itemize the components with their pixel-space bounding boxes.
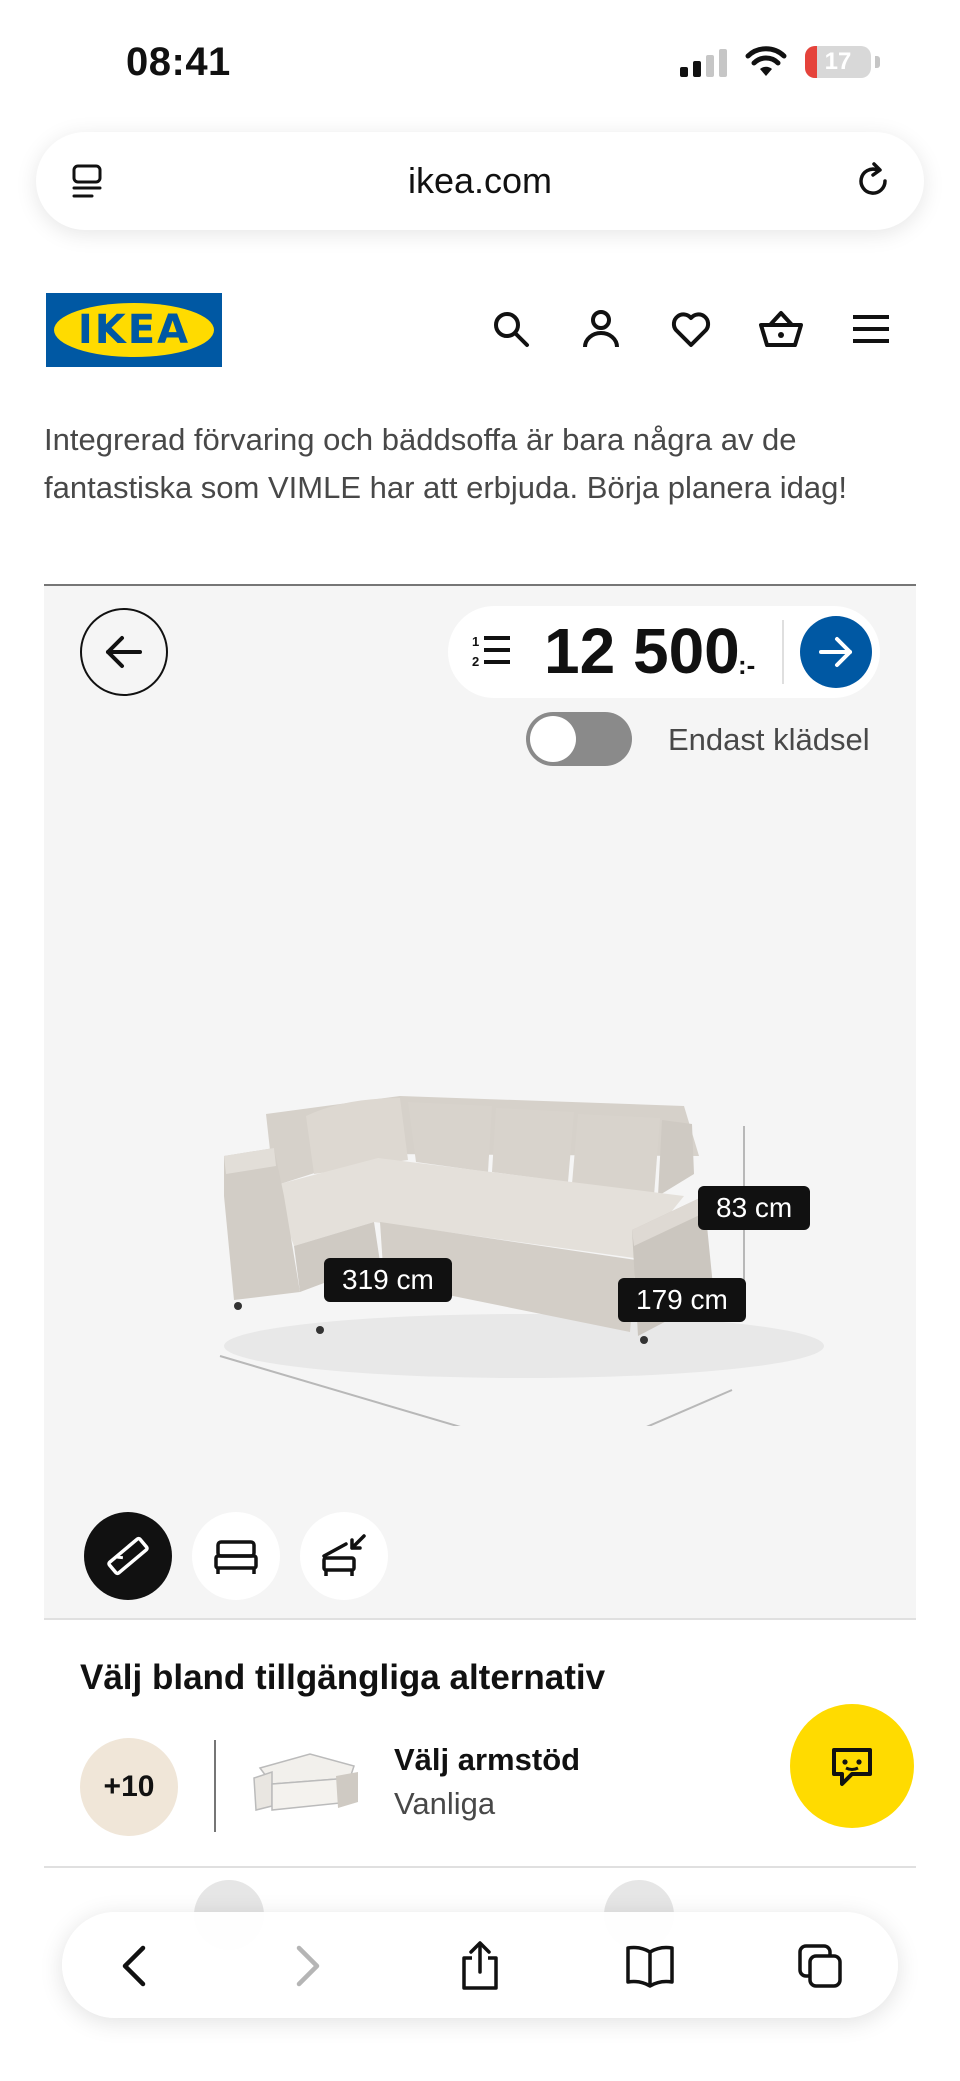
header-icons — [488, 306, 894, 352]
arrow-left-icon — [106, 636, 142, 668]
chaise-arrow-icon — [322, 1534, 366, 1576]
configurator-panel: 1 2 12 500 :- Endast klädsel 319 cm 179 … — [44, 584, 916, 1618]
share-icon — [462, 1941, 498, 1990]
options-heading: Välj bland tillgängliga alternativ — [80, 1658, 606, 1697]
depth-dimension-badge: 179 cm — [618, 1278, 746, 1322]
basket-icon[interactable] — [758, 306, 804, 352]
width-dimension-badge: 319 cm — [324, 1258, 452, 1302]
section-divider-bottom — [44, 1866, 916, 1868]
option-divider — [214, 1740, 216, 1832]
sofa-image — [219, 1096, 824, 1426]
battery-cap — [875, 56, 880, 68]
browser-back-button[interactable] — [106, 1938, 162, 1994]
chevron-right-icon — [296, 1945, 320, 1987]
url-text[interactable]: ikea.com — [36, 160, 924, 202]
toggle-label: Endast klädsel — [668, 722, 870, 757]
numbered-list-icon[interactable]: 1 2 — [470, 630, 512, 672]
intro-text: Integrerad förvaring och bäddsoffa är ba… — [44, 422, 847, 505]
chaise-view-button[interactable] — [300, 1512, 388, 1600]
logo-text: IKEA — [77, 307, 191, 353]
browser-forward-button[interactable] — [280, 1938, 336, 1994]
chat-button[interactable] — [790, 1704, 914, 1828]
battery-icon: 17 — [805, 46, 871, 78]
chevron-left-icon — [122, 1945, 146, 1987]
price-summary[interactable]: 1 2 12 500 :- — [448, 606, 880, 698]
reload-icon[interactable] — [852, 160, 894, 202]
upholstery-only-toggle[interactable] — [526, 712, 632, 766]
ikea-logo[interactable]: IKEA — [46, 293, 222, 367]
status-icons: 17 — [680, 46, 880, 78]
armrest-option-value: Vanliga — [394, 1786, 496, 1821]
browser-toolbar — [62, 1912, 898, 2018]
heart-icon[interactable] — [668, 306, 714, 352]
battery-level: 17 — [824, 48, 852, 75]
continue-button[interactable] — [800, 616, 872, 688]
bed-icon — [214, 1540, 258, 1574]
ruler-icon — [107, 1536, 149, 1576]
sofa-bed-view-button[interactable] — [192, 1512, 280, 1600]
arrow-right-icon — [819, 637, 852, 667]
search-icon[interactable] — [488, 306, 534, 352]
tabs-button[interactable] — [792, 1938, 848, 1994]
back-button[interactable] — [80, 608, 168, 696]
status-bar: 08:41 17 — [0, 0, 960, 120]
price-currency: :- — [738, 650, 756, 680]
status-time: 08:41 — [126, 40, 231, 84]
chat-icon — [832, 1748, 872, 1786]
measure-button[interactable] — [84, 1512, 172, 1600]
menu-icon[interactable] — [848, 306, 894, 352]
cellular-signal-icon — [680, 47, 727, 77]
price-divider — [782, 620, 784, 684]
section-divider — [44, 1618, 916, 1620]
book-icon — [626, 1945, 674, 1988]
svg-text:1: 1 — [472, 634, 479, 649]
more-options-badge[interactable]: +10 — [80, 1738, 178, 1836]
address-bar[interactable]: ikea.com — [36, 132, 924, 230]
height-dimension-badge: 83 cm — [698, 1186, 811, 1230]
armrest-thumbnail[interactable] — [250, 1748, 362, 1820]
share-button[interactable] — [452, 1938, 508, 1994]
svg-text:2: 2 — [472, 654, 479, 669]
total-price: 12 500 — [544, 615, 740, 687]
tabs-icon — [798, 1944, 842, 1988]
user-icon[interactable] — [578, 306, 624, 352]
bookmarks-button[interactable] — [622, 1938, 678, 1994]
wifi-icon — [745, 46, 787, 76]
armrest-option-title[interactable]: Välj armstöd — [394, 1742, 580, 1778]
